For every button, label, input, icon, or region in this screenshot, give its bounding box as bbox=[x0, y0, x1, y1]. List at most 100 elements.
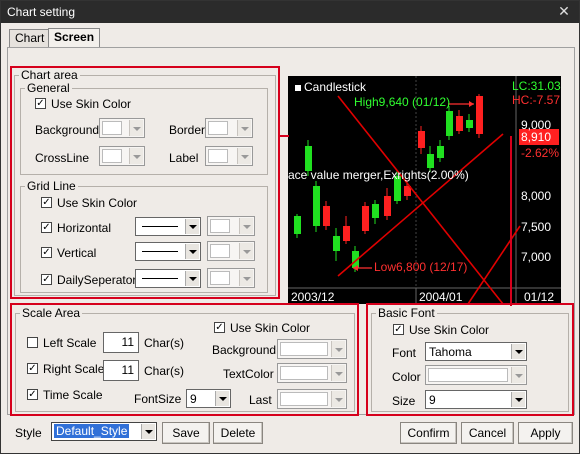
chevron-down-icon[interactable] bbox=[215, 391, 229, 406]
chevron-down-icon[interactable] bbox=[185, 271, 199, 286]
general-use-skin-checkbox[interactable]: ✓ bbox=[35, 98, 46, 109]
last-swatch bbox=[280, 392, 328, 406]
size-label: Size bbox=[392, 394, 416, 408]
border-color-picker[interactable] bbox=[205, 118, 253, 138]
last-label: Last bbox=[249, 393, 272, 407]
horizontal-swatch bbox=[210, 219, 230, 233]
connector-svg bbox=[510, 136, 512, 306]
basic-font-legend: Basic Font bbox=[378, 306, 435, 320]
hc-value: HC:-7.57 bbox=[512, 93, 561, 107]
horizontal-line-style-select[interactable] bbox=[135, 217, 201, 236]
scale-use-skin-label: Use Skin Color bbox=[230, 321, 311, 335]
time-scale-checkbox[interactable]: ✓ bbox=[27, 389, 38, 400]
chevron-down-icon[interactable] bbox=[331, 341, 345, 357]
font-color-picker[interactable] bbox=[425, 365, 527, 385]
horizontal-checkbox[interactable]: ✓ bbox=[41, 222, 52, 233]
background-color-picker[interactable] bbox=[99, 118, 145, 138]
right-scale-label: Right Scale bbox=[43, 362, 105, 376]
window-title: Chart setting bbox=[7, 5, 76, 19]
tab-chart[interactable]: Chart bbox=[9, 29, 51, 47]
chevron-down-icon[interactable] bbox=[237, 120, 251, 136]
text-color-picker[interactable] bbox=[277, 363, 347, 383]
chevron-down-icon[interactable] bbox=[239, 218, 253, 234]
vertical-checkbox[interactable]: ✓ bbox=[41, 247, 52, 258]
chevron-down-icon[interactable] bbox=[239, 243, 253, 259]
scale-area-legend: Scale Area bbox=[22, 306, 81, 320]
font-use-skin-checkbox[interactable]: ✓ bbox=[393, 324, 404, 335]
candle-body bbox=[456, 116, 463, 131]
chevron-down-icon[interactable] bbox=[185, 219, 199, 234]
chevron-down-icon[interactable] bbox=[141, 424, 155, 439]
horizontal-color-picker[interactable] bbox=[207, 216, 255, 236]
left-scale-chars-input[interactable]: 11 bbox=[103, 332, 139, 353]
font-value: Tahoma bbox=[429, 345, 472, 359]
delete-button[interactable]: Delete bbox=[213, 422, 263, 444]
label-label: Label bbox=[169, 151, 199, 165]
style-select[interactable]: Default_Style bbox=[51, 422, 157, 441]
tab-screen[interactable]: Screen bbox=[48, 28, 101, 48]
save-button[interactable]: Save bbox=[162, 422, 210, 444]
vertical-line-style-select[interactable] bbox=[135, 242, 201, 261]
candle-body bbox=[446, 111, 453, 136]
chevron-down-icon[interactable] bbox=[237, 148, 251, 164]
candle-body bbox=[372, 204, 379, 218]
candle-body bbox=[476, 96, 483, 134]
chevron-down-icon[interactable] bbox=[129, 120, 143, 136]
left-scale-label: Left Scale bbox=[43, 336, 97, 350]
font-use-skin-label: Use Skin Color bbox=[409, 323, 490, 337]
border-label: Border bbox=[169, 123, 206, 137]
daily-separator-checkbox[interactable]: ✓ bbox=[41, 274, 52, 285]
chevron-down-icon[interactable] bbox=[511, 344, 525, 359]
vertical-label: Vertical bbox=[57, 246, 97, 260]
connector-svg bbox=[280, 135, 289, 137]
last-color-picker[interactable] bbox=[277, 389, 347, 409]
arrow-head-icon bbox=[469, 101, 474, 107]
lc-value: LC:31.03 bbox=[512, 79, 561, 93]
chevron-down-icon[interactable] bbox=[331, 365, 345, 381]
close-icon[interactable]: ✕ bbox=[555, 3, 573, 19]
cancel-button[interactable]: Cancel bbox=[461, 422, 514, 444]
font-size-label: FontSize bbox=[134, 392, 182, 406]
chevron-down-icon[interactable] bbox=[239, 270, 253, 286]
legend-marker bbox=[295, 85, 301, 91]
background-swatch bbox=[102, 121, 122, 135]
font-size-select[interactable]: 9 bbox=[186, 389, 231, 408]
scale-background-label: Background bbox=[212, 343, 277, 357]
daily-separator-swatch bbox=[210, 271, 230, 285]
candle-body bbox=[294, 216, 301, 234]
left-scale-checkbox[interactable] bbox=[27, 337, 38, 348]
left-chars-label: Char(s) bbox=[144, 336, 185, 350]
font-select[interactable]: Tahoma bbox=[425, 342, 527, 361]
chevron-down-icon[interactable] bbox=[331, 391, 345, 407]
chart-title: Candlestick bbox=[304, 80, 367, 94]
apply-button[interactable]: Apply bbox=[518, 422, 573, 444]
label-color-picker[interactable] bbox=[205, 146, 253, 166]
crossline-swatch bbox=[102, 149, 122, 163]
confirm-button[interactable]: Confirm bbox=[400, 422, 457, 444]
candle-body bbox=[418, 131, 425, 148]
daily-separator-label: DailySeperator bbox=[57, 273, 137, 287]
horizontal-label: Horizontal bbox=[57, 221, 112, 235]
line-style-preview bbox=[142, 251, 178, 252]
chevron-down-icon[interactable] bbox=[129, 148, 143, 164]
general-legend: General bbox=[27, 81, 70, 95]
grid-use-skin-checkbox[interactable]: ✓ bbox=[41, 197, 52, 208]
border-swatch bbox=[208, 121, 228, 135]
size-select[interactable]: 9 bbox=[425, 390, 527, 409]
scale-background-picker[interactable] bbox=[277, 339, 347, 359]
crossline-color-picker[interactable] bbox=[99, 146, 145, 166]
right-scale-checkbox[interactable]: ✓ bbox=[27, 363, 38, 374]
daily-separator-line-style-select[interactable] bbox=[135, 269, 201, 288]
grid-line-legend: Grid Line bbox=[27, 179, 76, 193]
candle-body bbox=[323, 206, 330, 226]
chevron-down-icon[interactable] bbox=[511, 392, 525, 407]
right-scale-chars-input[interactable]: 11 bbox=[103, 360, 139, 381]
chevron-down-icon[interactable] bbox=[185, 244, 199, 259]
daily-separator-color-picker[interactable] bbox=[207, 268, 255, 288]
scale-use-skin-checkbox[interactable]: ✓ bbox=[214, 322, 225, 333]
chevron-down-icon[interactable] bbox=[511, 367, 525, 383]
candle-body bbox=[313, 186, 320, 226]
x-tick-label: 2003/12 bbox=[291, 290, 335, 304]
vertical-color-picker[interactable] bbox=[207, 241, 255, 261]
low-label: Low6,800 (12/17) bbox=[374, 260, 468, 274]
